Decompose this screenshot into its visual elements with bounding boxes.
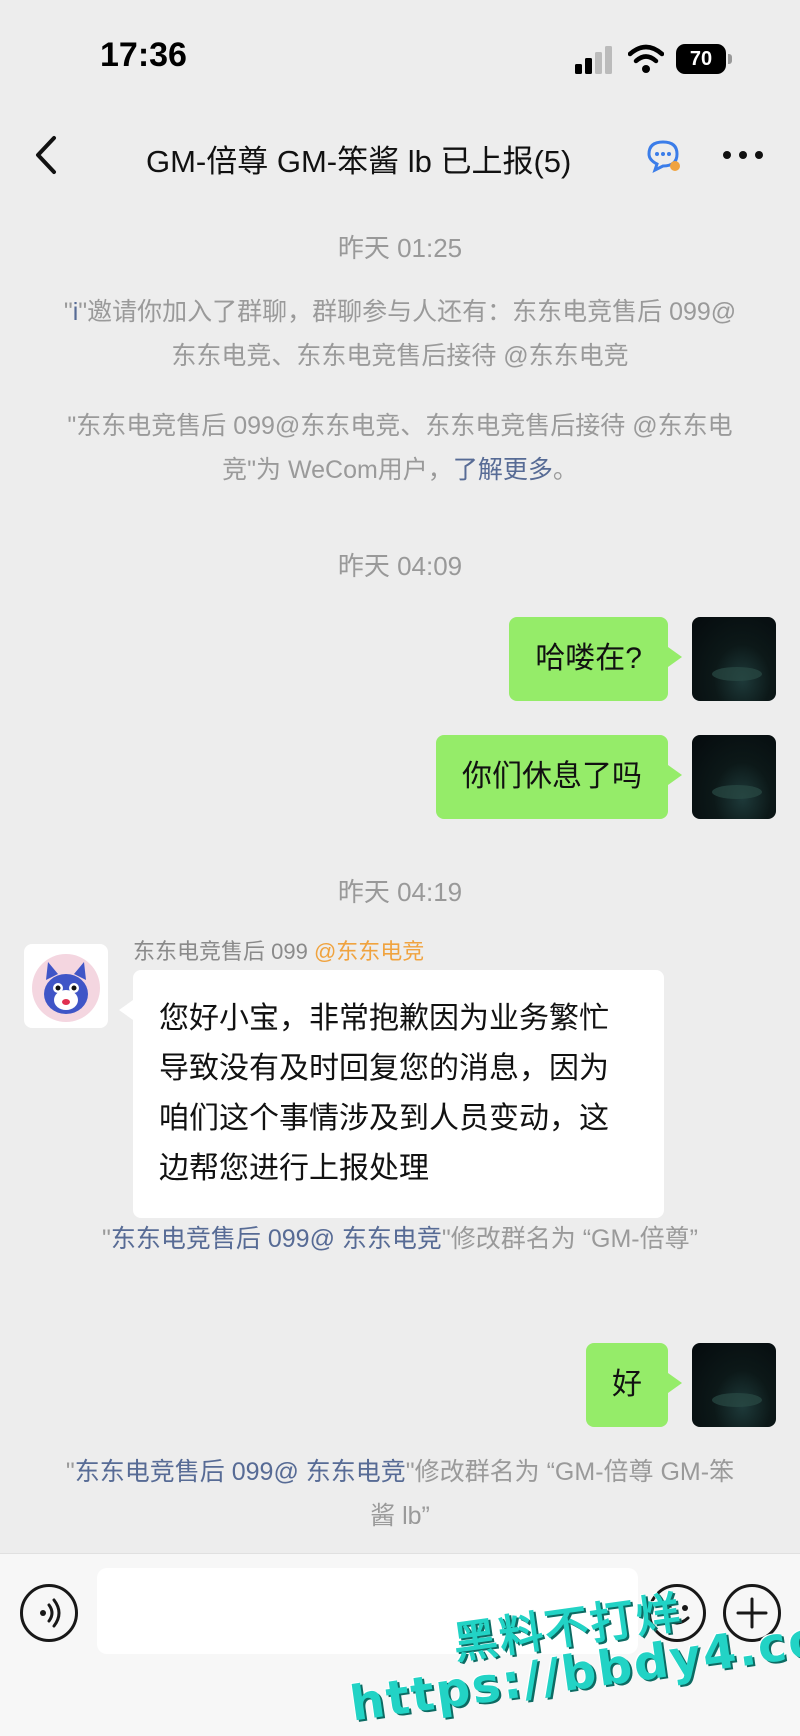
sender-name-text: 东东电竞售后 099 <box>133 939 308 964</box>
chat-title: GM-倍尊 GM-笨酱 lb 已上报(5) <box>146 144 572 179</box>
battery-level: 70 <box>676 44 726 74</box>
cat-mascot-icon <box>32 954 100 1022</box>
agent-message-bubble[interactable]: 您好小宝，非常抱歉因为业务繁忙导致没有及时回复您的消息，因为咱们这个事情涉及到人… <box>119 970 664 1218</box>
sys-quote: " <box>102 1225 111 1253</box>
battery-tip <box>728 54 732 64</box>
chat-header: GM-倍尊 GM-笨酱 lb 已上报(5) <box>0 110 800 200</box>
back-icon[interactable] <box>28 130 68 180</box>
battery-indicator: 70 <box>676 44 732 74</box>
group-chat-icon[interactable] <box>645 138 681 174</box>
sys-invite-text: "邀请你加入了群聊，群聊参与人还有：东东电竞售后 099@东东电竞、东东电竞售后… <box>78 298 737 370</box>
sys-quote: " <box>63 298 73 326</box>
timestamp: 昨天 04:09 <box>337 551 463 581</box>
system-message-invite: "i"邀请你加入了群聊，群聊参与人还有：东东电竞售后 099@东东电竞、东东电竞… <box>60 290 740 378</box>
more-dots-icon[interactable] <box>720 140 766 170</box>
my-message-bubble[interactable]: 哈喽在? <box>509 617 682 701</box>
sender-name: 东东电竞售后 099 @东东电竞 <box>133 934 424 966</box>
system-message-wecom: "东东电竞售后 099@东东电竞、东东电竞售后接待 @东东电竞"为 WeCom用… <box>60 404 740 492</box>
my-avatar[interactable] <box>692 617 776 701</box>
my-message-bubble[interactable]: 好 <box>586 1343 682 1427</box>
voice-icon <box>40 1598 61 1628</box>
sender-corp: @东东电竞 <box>313 939 425 964</box>
timestamp: 昨天 04:19 <box>337 877 463 907</box>
my-avatar[interactable] <box>692 1343 776 1427</box>
my-message-bubble[interactable]: 你们休息了吗 <box>436 735 682 819</box>
renamer-name[interactable]: 东东电竞售后 099@ 东东电竞 <box>111 1225 442 1253</box>
sys-wecom-end: 。 <box>552 456 578 484</box>
system-message-rename: "东东电竞售后 099@ 东东电竞"修改群名为 “GM-倍尊” <box>60 1217 740 1261</box>
status-time: 17:36 <box>100 36 187 74</box>
sys-wecom-text: "东东电竞售后 099@东东电竞、东东电竞售后接待 @东东电竞"为 WeCom用… <box>67 412 733 484</box>
sys-quote: " <box>65 1458 75 1486</box>
agent-avatar[interactable] <box>24 944 108 1028</box>
status-bar: 17:36 70 <box>0 0 800 110</box>
voice-button[interactable] <box>20 1584 78 1642</box>
timestamp: 昨天 01:25 <box>337 233 463 263</box>
wifi-icon <box>628 44 664 73</box>
sys-rename-text: "修改群名为 “GM-倍尊” <box>441 1225 698 1253</box>
sys-rename-text: "修改群名为 “GM-倍尊 GM-笨酱 lb” <box>370 1458 735 1530</box>
signal-icon <box>575 46 612 74</box>
system-message-rename: "东东电竞售后 099@ 东东电竞"修改群名为 “GM-倍尊 GM-笨酱 lb” <box>60 1450 740 1538</box>
learn-more-link[interactable]: 了解更多 <box>453 456 553 484</box>
renamer-name[interactable]: 东东电竞售后 099@ 东东电竞 <box>75 1458 406 1486</box>
my-avatar[interactable] <box>692 735 776 819</box>
